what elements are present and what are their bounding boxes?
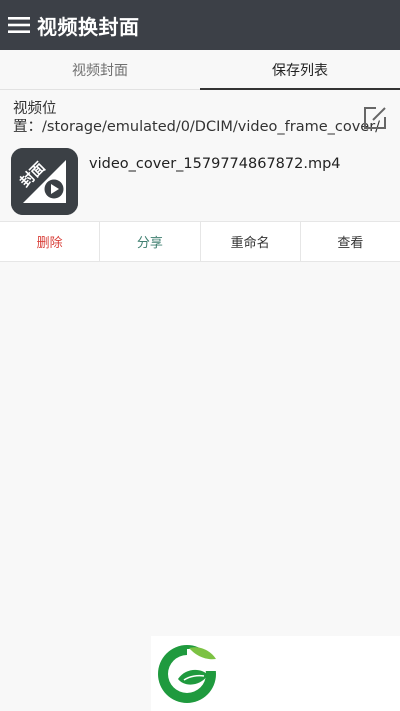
rename-button[interactable]: 重命名: [200, 222, 301, 261]
cover-app-icon: 封面: [11, 148, 78, 215]
tab-bar: 视频封面 保存列表: [0, 50, 400, 90]
menu-button[interactable]: [1, 0, 37, 50]
delete-button[interactable]: 删除: [0, 222, 101, 261]
edit-path-button[interactable]: [361, 104, 389, 132]
video-thumbnail: 封面: [11, 148, 78, 215]
toolbar: 视频换封面: [0, 0, 400, 50]
tab-video-cover[interactable]: 视频封面: [0, 50, 200, 89]
file-actions: 删除 分享 重命名 查看: [0, 221, 400, 262]
view-button[interactable]: 查看: [300, 222, 400, 261]
app-window: 视频换封面 视频封面 保存列表 视频位置：/storage/emulated/0…: [0, 0, 400, 711]
hamburger-menu-icon: [8, 17, 30, 33]
video-location-path: /storage/emulated/0/DCIM/video_frame_cov…: [42, 119, 381, 135]
file-name: video_cover_1579774867872.mp4: [89, 156, 341, 172]
tab-saved-list[interactable]: 保存列表: [200, 50, 400, 90]
page-title: 视频换封面: [37, 14, 140, 39]
leaf-g-logo-icon: [158, 645, 217, 703]
video-location: 视频位置：/storage/emulated/0/DCIM/video_fram…: [13, 100, 380, 136]
edit-icon: [364, 107, 386, 129]
list-item[interactable]: 封面 video_cover_1579774867872.mp4: [0, 146, 400, 220]
share-button[interactable]: 分享: [100, 222, 201, 261]
brand-logo-area: [151, 636, 400, 711]
